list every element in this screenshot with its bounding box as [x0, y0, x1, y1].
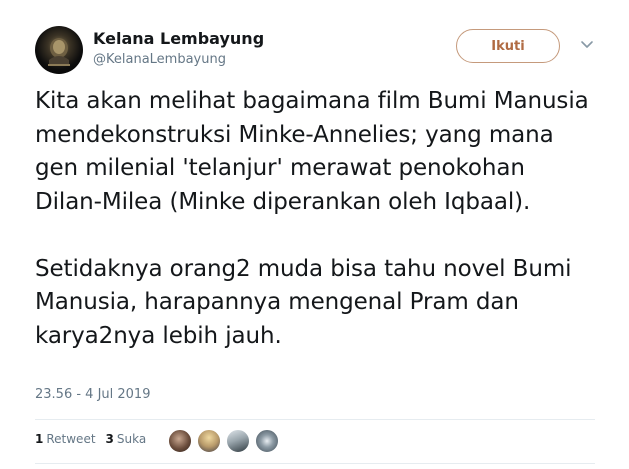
tweet-paragraph-1: Kita akan melihat bagaimana film Bumi Ma… [35, 88, 589, 215]
author-display-name[interactable]: Kelana Lembayung [93, 29, 264, 49]
author-info: Kelana Lembayung @KelanaLembayung [93, 29, 264, 69]
author-avatar[interactable] [35, 26, 83, 74]
divider-bottom [35, 463, 595, 464]
retweet-count: 1 [35, 432, 44, 446]
likers-avatars [168, 429, 284, 453]
avatar-image [48, 38, 70, 66]
divider-top [35, 419, 595, 420]
like-stat[interactable]: 3 Suka [106, 432, 147, 446]
tweet-timestamp[interactable]: 23.56 - 4 Jul 2019 [35, 387, 150, 402]
tweet-card: Kelana Lembayung @KelanaLembayung Ikuti … [0, 0, 629, 469]
retweet-label: Retweet [46, 432, 96, 446]
liker-avatar[interactable] [255, 429, 279, 453]
liker-avatar[interactable] [197, 429, 221, 453]
tweet-paragraph-2: Setidaknya orang2 muda bisa tahu novel B… [35, 255, 572, 349]
chevron-down-icon[interactable] [580, 40, 594, 50]
follow-button[interactable]: Ikuti [456, 29, 560, 63]
retweet-stat[interactable]: 1 Retweet [35, 432, 96, 446]
like-label: Suka [116, 432, 147, 446]
liker-avatar[interactable] [226, 429, 250, 453]
liker-avatar[interactable] [168, 429, 192, 453]
tweet-stats: 1 Retweet 3 Suka [35, 432, 156, 446]
tweet-text: Kita akan melihat bagaimana film Bumi Ma… [35, 85, 595, 353]
author-handle[interactable]: @KelanaLembayung [93, 51, 264, 69]
like-count: 3 [105, 432, 114, 446]
